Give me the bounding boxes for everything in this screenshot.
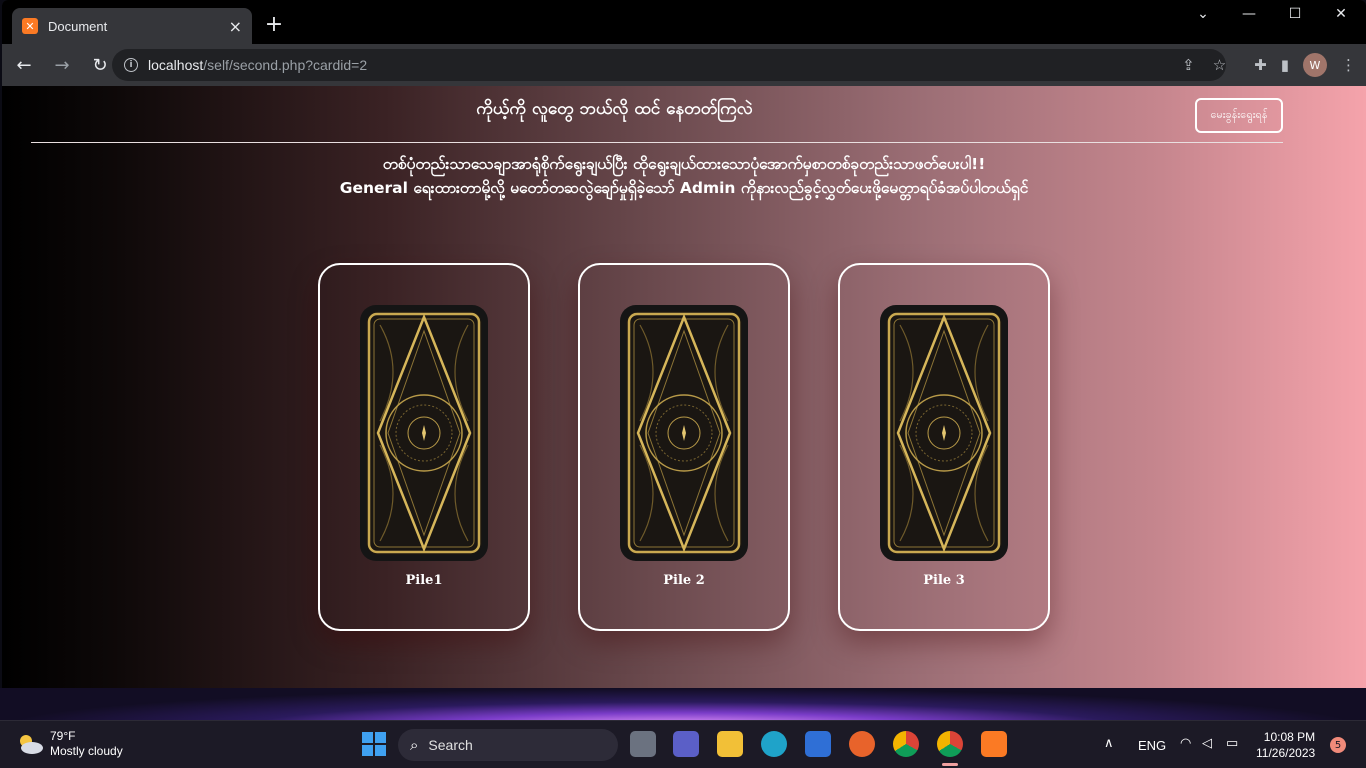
address-bar[interactable]: i localhost/self/second.php?cardid=2 xyxy=(112,49,1226,81)
extensions-puzzle-icon[interactable]: ✚ xyxy=(1254,56,1267,74)
bookmark-star-icon[interactable]: ☆ xyxy=(1213,56,1226,74)
instruction-line-2: General ရေးထားတာမို့လို့ မတော်တဆလွဲချော်… xyxy=(339,179,1029,197)
tarot-ornament-icon xyxy=(627,312,741,554)
url-host: localhost xyxy=(148,57,204,73)
store-icon[interactable] xyxy=(805,731,831,757)
new-tab-icon[interactable]: + xyxy=(262,12,286,37)
pile-card-3[interactable]: Pile 3 xyxy=(838,263,1050,631)
minimize-icon[interactable]: — xyxy=(1234,6,1264,22)
clock-date: 11/26/2023 xyxy=(1256,746,1316,760)
tarot-ornament-icon xyxy=(367,312,481,554)
volume-icon[interactable]: ◁ xyxy=(1202,735,1212,751)
tarot-card-back[interactable] xyxy=(880,305,1008,561)
battery-icon[interactable]: ▭ xyxy=(1226,735,1238,751)
taskbar-search[interactable]: ⌕ Search xyxy=(398,729,618,761)
edge-icon[interactable] xyxy=(761,731,787,757)
url-path: /self/second.php?cardid=2 xyxy=(203,57,368,73)
page-viewport: ကိုယ့်ကို လူတွေ ဘယ်လို ထင် နေတတ်ကြလဲ မေး… xyxy=(2,86,1366,688)
maximize-icon[interactable]: ☐ xyxy=(1280,6,1310,22)
windows-start-icon[interactable] xyxy=(361,731,387,757)
tarot-card-back[interactable] xyxy=(360,305,488,561)
xampp-icon[interactable] xyxy=(981,731,1007,757)
forward-icon[interactable]: → xyxy=(46,55,78,76)
tarot-card-back[interactable] xyxy=(620,305,748,561)
search-label: Search xyxy=(428,737,473,753)
share-icon[interactable]: ⇪ xyxy=(1182,56,1195,74)
pile-label: Pile 2 xyxy=(663,573,705,588)
tray-overflow-chevron-icon[interactable]: ∧ xyxy=(1104,735,1114,751)
teams-chat-icon[interactable] xyxy=(673,731,699,757)
choose-question-button[interactable]: မေးခွန်းရွေးရန် xyxy=(1195,98,1283,133)
tab-strip: ✕ Document × + ⌄ — ☐ ✕ xyxy=(2,0,1366,44)
instructions: တစ်ပုံတည်းသာသေချာအာရုံစိုက်ရွေးချယ်ပြီး … xyxy=(2,152,1366,200)
browser-toolbar: ← → ↻ i localhost/self/second.php?cardid… xyxy=(2,44,1366,86)
pile-card-1[interactable]: Pile1 xyxy=(318,263,530,631)
clock[interactable]: 10:08 PM 11/26/2023 xyxy=(1256,729,1315,761)
menu-kebab-icon[interactable]: ⋮ xyxy=(1341,56,1356,74)
pile-label: Pile 3 xyxy=(923,573,965,588)
profile-avatar[interactable]: W xyxy=(1303,53,1327,77)
wifi-icon[interactable]: ◠ xyxy=(1180,735,1191,751)
close-window-icon[interactable]: ✕ xyxy=(1326,6,1356,22)
chrome-icon[interactable] xyxy=(893,731,919,757)
browser-window: ✕ Document × + ⌄ — ☐ ✕ ← → ↻ i localhost… xyxy=(2,0,1366,688)
clock-time: 10:08 PM xyxy=(1263,730,1316,744)
tab-search-chevron-icon[interactable]: ⌄ xyxy=(1188,6,1218,22)
site-info-icon[interactable]: i xyxy=(124,58,138,72)
page-title: ကိုယ့်ကို လူတွေ ဘယ်လို ထင် နေတတ်ကြလဲ xyxy=(476,99,753,119)
notification-badge[interactable]: 5 xyxy=(1330,737,1346,753)
weather-temperature: 79°F xyxy=(50,729,76,743)
weather-condition: Mostly cloudy xyxy=(50,744,123,758)
chrome-profile-icon[interactable] xyxy=(937,731,963,757)
task-view-icon[interactable] xyxy=(630,731,656,757)
pile-label: Pile1 xyxy=(405,573,443,588)
tarot-ornament-icon xyxy=(887,312,1001,554)
taskbar: 79°F Mostly cloudy ⌕ Search ∧ ENG ◠ ◁ ▭ … xyxy=(0,720,1366,768)
pile-card-2[interactable]: Pile 2 xyxy=(578,263,790,631)
instruction-line-1: တစ်ပုံတည်းသာသေချာအာရုံစိုက်ရွေးချယ်ပြီး … xyxy=(382,155,986,173)
language-indicator[interactable]: ENG xyxy=(1138,738,1166,753)
header-divider xyxy=(31,142,1283,143)
file-explorer-icon[interactable] xyxy=(717,731,743,757)
weather-widget[interactable]: 79°F Mostly cloudy xyxy=(16,729,123,759)
xampp-favicon-icon: ✕ xyxy=(22,18,38,34)
tab-close-icon[interactable]: × xyxy=(229,17,242,36)
firefox-icon[interactable] xyxy=(849,731,875,757)
back-icon[interactable]: ← xyxy=(8,55,40,76)
side-panel-icon[interactable]: ▮ xyxy=(1281,56,1289,74)
active-app-indicator xyxy=(942,763,958,766)
desktop-wallpaper xyxy=(0,688,1366,720)
tab-title: Document xyxy=(48,18,108,34)
cloud-icon xyxy=(20,735,43,754)
toolbar-actions: ⇪ ☆ ✚ ▮ W ⋮ xyxy=(1182,53,1356,77)
search-icon: ⌕ xyxy=(410,736,419,754)
tab-document[interactable]: ✕ Document × xyxy=(12,8,252,44)
